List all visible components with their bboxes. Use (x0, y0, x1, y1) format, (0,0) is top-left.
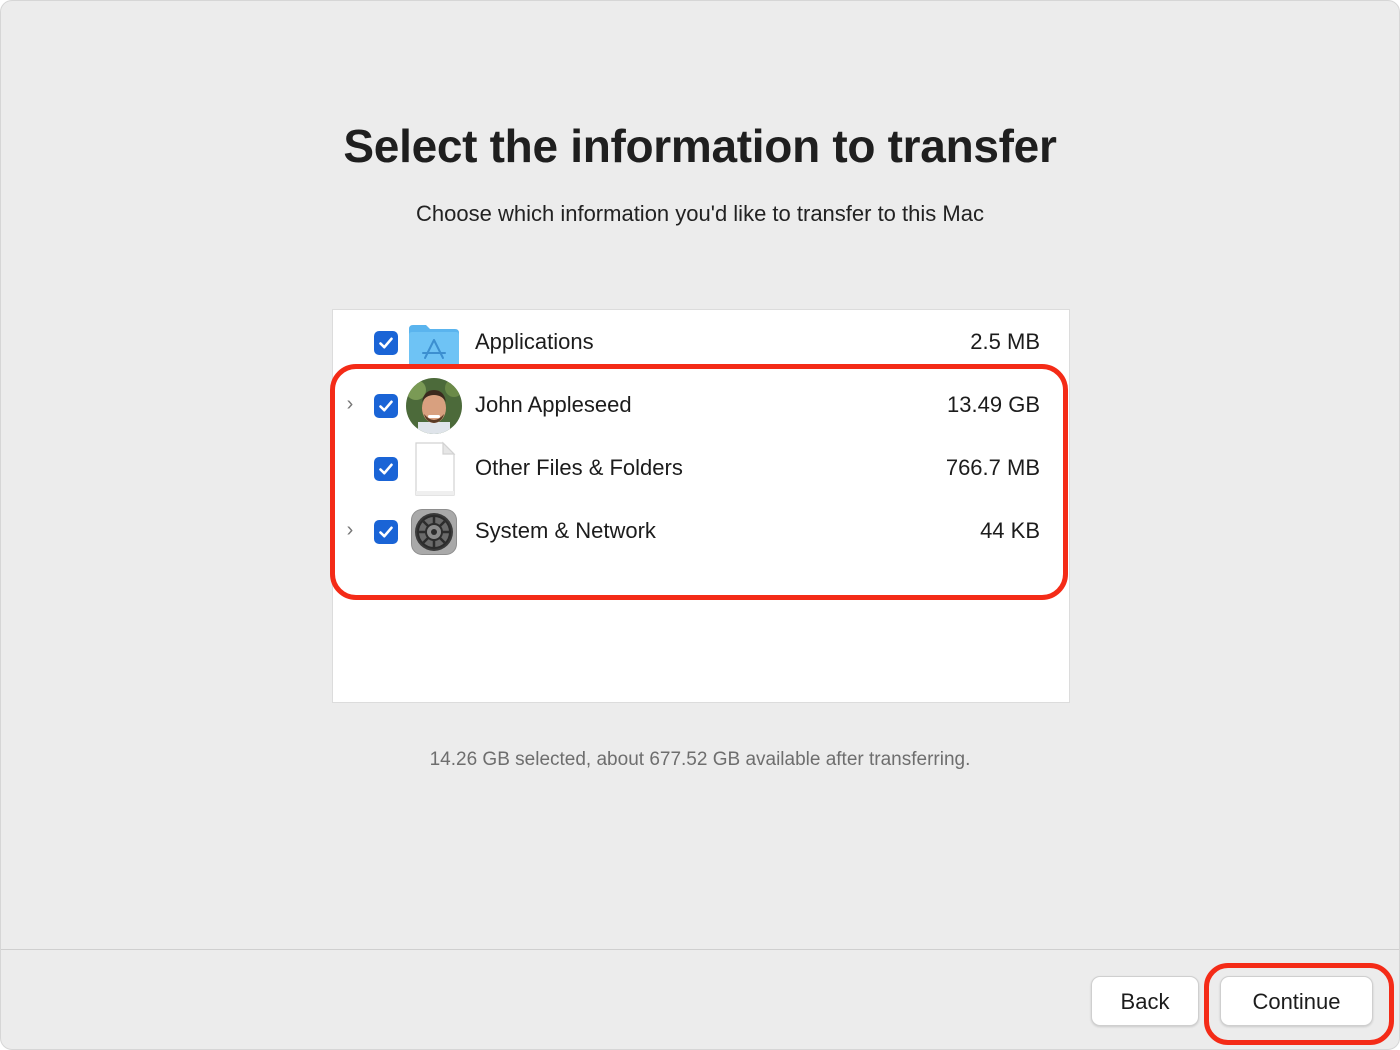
item-size: 44 KB (980, 518, 1040, 543)
item-label: John Appleseed (475, 392, 632, 417)
user-checkbox[interactable] (374, 394, 398, 418)
other-files-checkbox[interactable] (374, 457, 398, 481)
checkmark-icon (379, 463, 393, 475)
list-item-applications[interactable]: Applications 2.5 MB (333, 311, 1069, 374)
checkmark-icon (379, 400, 393, 412)
item-label: Other Files & Folders (475, 455, 683, 480)
transfer-size-status: 14.26 GB selected, about 677.52 GB avail… (429, 749, 971, 770)
item-size: 13.49 GB (947, 392, 1040, 417)
item-label: Applications (475, 329, 594, 354)
list-item-other-files[interactable]: Other Files & Folders 766.7 MB (333, 437, 1069, 500)
checkmark-icon (379, 337, 393, 349)
document-icon (415, 441, 456, 496)
continue-button[interactable]: Continue (1220, 976, 1373, 1026)
page-subtitle: Choose which information you'd like to t… (416, 201, 984, 226)
page-title: Select the information to transfer (343, 120, 1057, 172)
back-button[interactable]: Back (1091, 976, 1199, 1026)
disclosure-chevron-icon[interactable]: › (341, 392, 359, 416)
transfer-items-list: Applications 2.5 MB › John Appleseed 13.… (332, 309, 1070, 703)
system-network-checkbox[interactable] (374, 520, 398, 544)
applications-checkbox[interactable] (374, 331, 398, 355)
item-label: System & Network (475, 518, 656, 543)
checkmark-icon (379, 526, 393, 538)
migration-assistant-window: Select the information to transfer Choos… (0, 0, 1400, 1050)
applications-folder-icon (409, 325, 459, 367)
list-item-system-network[interactable]: › System & Network 44 KB (333, 500, 1069, 563)
system-settings-gear-icon (411, 509, 457, 555)
item-size: 766.7 MB (945, 455, 1040, 480)
item-size: 2.5 MB (970, 329, 1040, 354)
user-avatar-icon (406, 378, 462, 434)
footer-divider (1, 949, 1399, 950)
list-item-user[interactable]: › John Appleseed 13.49 GB (333, 374, 1069, 437)
disclosure-chevron-icon[interactable]: › (341, 518, 359, 542)
